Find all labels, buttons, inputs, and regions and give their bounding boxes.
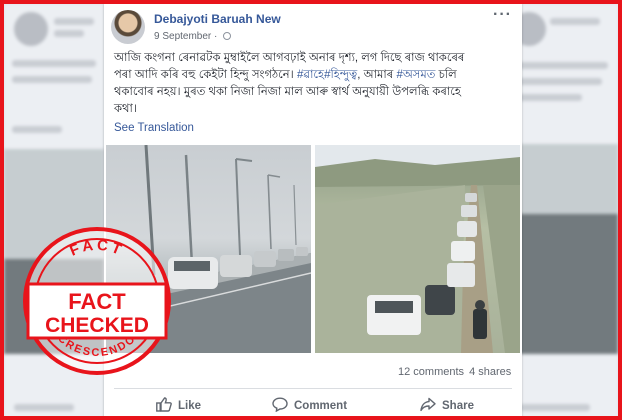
fact-checked-stamp: FACT CRESCENDO FACT CHECKED bbox=[23, 227, 171, 375]
blurred-right-post bbox=[506, 4, 618, 416]
like-button[interactable]: Like bbox=[156, 397, 201, 412]
engagement-counts: 12 comments 4 shares bbox=[396, 366, 511, 378]
shares-count[interactable]: 4 shares bbox=[469, 366, 511, 378]
convoy-photo bbox=[315, 145, 520, 353]
globe-icon bbox=[223, 32, 232, 40]
share-icon bbox=[420, 397, 436, 412]
blurred-avatar bbox=[14, 12, 48, 46]
divider bbox=[114, 388, 512, 389]
comments-count[interactable]: 12 comments bbox=[398, 366, 464, 378]
comment-button[interactable]: Comment bbox=[272, 397, 347, 413]
stamp-main-text-2: CHECKED bbox=[45, 314, 149, 337]
post-text: আজি কংগনা ৰেনাৱটক মুম্বাইলৈ আগবঢ়াই অনাৰ… bbox=[114, 52, 465, 115]
hashtag-link[interactable]: #ৱাহে bbox=[297, 69, 324, 81]
screenshot-frame: Debajyoti Baruah New 9 September · ··· আ… bbox=[0, 0, 622, 420]
avatar[interactable] bbox=[111, 10, 145, 44]
post-author[interactable]: Debajyoti Baruah New bbox=[154, 12, 281, 26]
hashtag-link[interactable]: #অসমত bbox=[396, 69, 435, 81]
post-date[interactable]: 9 September bbox=[154, 31, 211, 42]
post-photo-convoy[interactable] bbox=[315, 145, 520, 353]
post-meta: 9 September · bbox=[154, 31, 232, 42]
thumbs-up-icon bbox=[156, 397, 172, 412]
more-options-icon[interactable]: ··· bbox=[493, 6, 512, 24]
stamp-main-text-1: FACT bbox=[68, 289, 126, 314]
comment-icon bbox=[272, 397, 288, 413]
hashtag-link[interactable]: #হিন্দুত্ব bbox=[324, 69, 357, 81]
see-translation-link[interactable]: See Translation bbox=[114, 122, 194, 134]
share-button[interactable]: Share bbox=[420, 397, 474, 412]
